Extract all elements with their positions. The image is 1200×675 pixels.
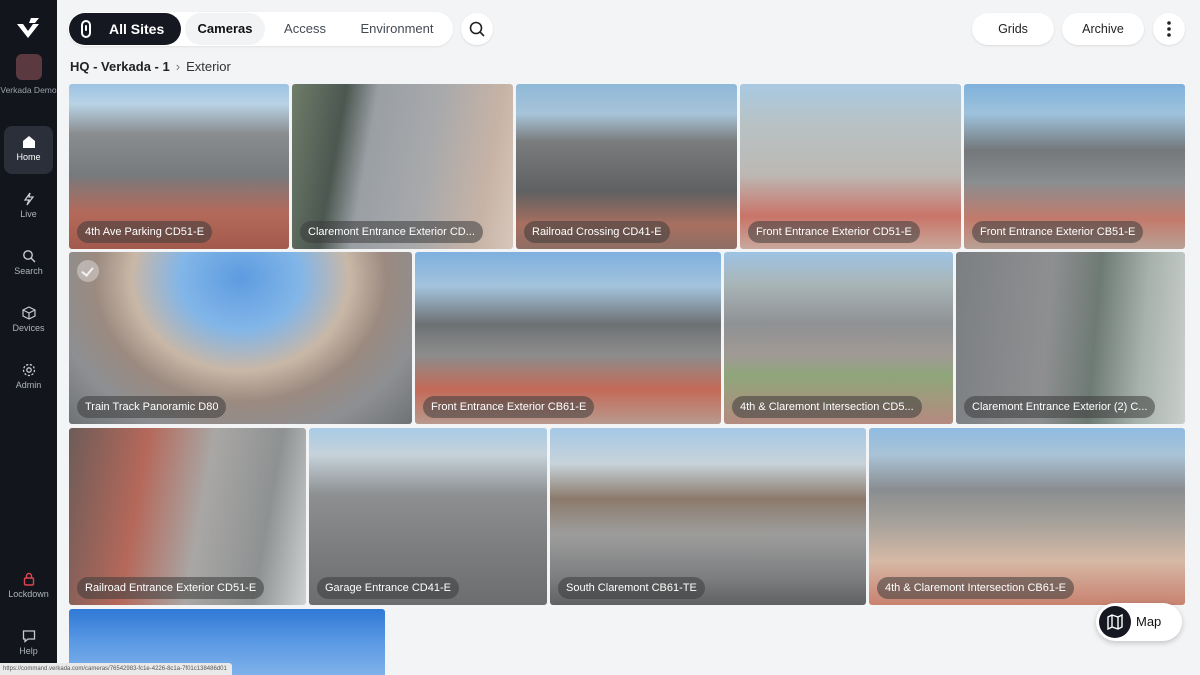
tab-access[interactable]: Access [270,13,340,45]
map-icon [1099,606,1131,638]
breadcrumb: HQ - Verkada - 1 › Exterior [70,59,231,74]
camera-tile[interactable]: Railroad Entrance Exterior CD51-E [69,428,306,605]
breadcrumb-current: Exterior [186,59,231,74]
gear-icon [22,363,35,377]
status-bar-url: https://command.verkada.com/cameras/7654… [0,663,232,675]
product-switcher: All Sites Cameras Access Environment [68,12,453,46]
camera-name-label: 4th & Claremont Intersection CB61-E [877,577,1074,599]
search-button[interactable] [461,13,493,45]
more-options-button[interactable] [1153,13,1185,45]
select-checkbox[interactable] [77,260,99,282]
camera-tile[interactable]: Front Entrance Exterior CB51-E [964,84,1185,249]
map-label: Map [1136,614,1162,629]
sidebar-item-admin[interactable]: Admin [4,354,53,402]
all-sites-button[interactable]: All Sites [69,13,181,45]
camera-name-label: Train Track Panoramic D80 [77,396,227,418]
camera-tile[interactable]: Claremont Entrance Exterior CD... [292,84,513,249]
sidebar-item-label: Admin [15,380,42,390]
home-icon [22,136,35,148]
grids-button[interactable]: Grids [972,13,1054,45]
chevron-right-icon: › [175,59,181,74]
camera-tile[interactable]: Front Entrance Exterior CD51-E [740,84,961,249]
kebab-menu-icon [1167,21,1171,37]
camera-tile[interactable]: Railroad Crossing CD41-E [516,84,737,249]
sidebar-item-label: Search [14,266,43,276]
camera-tile[interactable]: Train Track Panoramic D80 [69,252,412,424]
tab-environment[interactable]: Environment [348,13,446,45]
sidebar-item-home[interactable]: Home [4,126,53,174]
camera-name-label: 4th Ave Parking CD51-E [77,221,213,243]
sites-icon [81,20,91,38]
org-avatar [15,54,42,80]
sidebar-item-label: Lockdown [8,589,49,599]
camera-tile[interactable]: 4th & Claremont Intersection CD5... [724,252,953,424]
sidebar-item-live[interactable]: Live [4,183,53,231]
lock-icon [23,572,34,586]
search-icon [469,21,485,37]
sidebar-item-label: Live [20,209,37,219]
camera-tile[interactable]: Claremont Entrance Exterior (2) C... [956,252,1185,424]
camera-name-label: Railroad Crossing CD41-E [524,221,670,243]
camera-name-label: Front Entrance Exterior CD51-E [748,221,920,243]
camera-name-label: 4th & Claremont Intersection CD5... [732,396,922,418]
camera-name-label: Claremont Entrance Exterior (2) C... [964,396,1156,418]
camera-tile[interactable]: Garage Entrance CD41-E [309,428,547,605]
sidebar-item-lockdown[interactable]: Lockdown [4,563,53,611]
sidebar-item-label: Home [16,152,41,162]
camera-tile[interactable]: Front Entrance Exterior CB61-E [415,252,721,424]
breadcrumb-site[interactable]: HQ - Verkada - 1 [70,59,170,74]
org-switcher[interactable]: Verkada Demo [0,54,57,96]
verkada-logo[interactable] [14,14,42,42]
camera-name-label: Front Entrance Exterior CB61-E [423,396,595,418]
sidebar-item-search[interactable]: Search [4,240,53,288]
sidebar-item-label: Help [19,646,38,656]
camera-name-label: Garage Entrance CD41-E [317,577,459,599]
camera-name-label: Claremont Entrance Exterior CD... [300,221,483,243]
sidebar: Verkada Demo Home Live Search Devices Ad… [0,0,57,675]
bolt-icon [23,192,34,206]
camera-name-label: South Claremont CB61-TE [558,577,705,599]
search-icon [22,250,35,263]
org-name: Verkada Demo [0,85,57,95]
tab-cameras[interactable]: Cameras [185,13,265,45]
sidebar-item-devices[interactable]: Devices [4,297,53,345]
cube-icon [21,306,36,320]
chat-icon [22,630,35,643]
sidebar-item-label: Devices [12,323,45,333]
camera-tile[interactable]: 4th & Claremont Intersection CB61-E [869,428,1185,605]
camera-name-label: Front Entrance Exterior CB51-E [972,221,1144,243]
archive-button[interactable]: Archive [1062,13,1144,45]
camera-tile[interactable]: South Claremont CB61-TE [550,428,866,605]
camera-name-label: Railroad Entrance Exterior CD51-E [77,577,265,599]
all-sites-label: All Sites [109,21,165,37]
camera-tile[interactable]: 4th Ave Parking CD51-E [69,84,289,249]
sidebar-item-help[interactable]: Help [4,620,53,668]
map-button[interactable]: Map [1096,603,1182,641]
app-root: Verkada Demo Home Live Search Devices Ad… [0,0,1200,675]
